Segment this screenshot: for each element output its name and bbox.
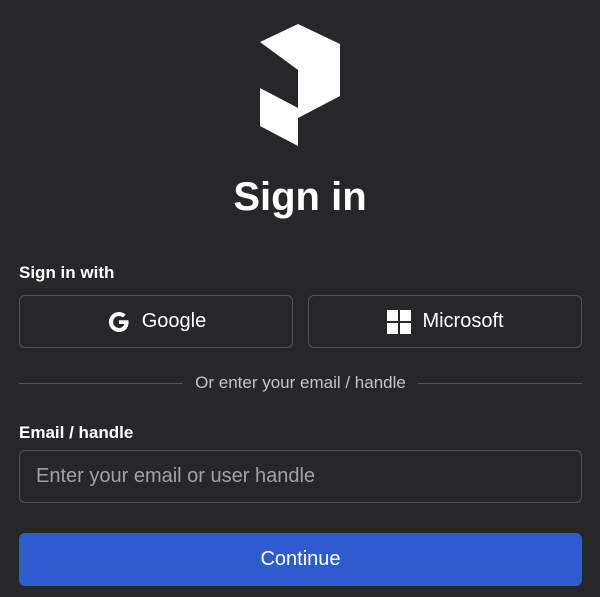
divider-line-left xyxy=(19,382,184,384)
google-sign-in-button[interactable]: Google xyxy=(19,295,293,348)
divider-text: Or enter your email / handle xyxy=(195,373,406,392)
microsoft-windows-icon xyxy=(386,309,412,335)
sign-in-page: Sign in Sign in with Google Microsoft Or… xyxy=(0,0,600,597)
page-title: Sign in xyxy=(233,175,367,219)
google-button-label: Google xyxy=(141,310,207,332)
continue-button[interactable]: Continue xyxy=(19,533,582,586)
sign-in-with-label: Sign in with xyxy=(19,263,115,282)
email-handle-input[interactable] xyxy=(19,450,582,503)
prefect-logo-icon xyxy=(260,24,340,146)
microsoft-button-label: Microsoft xyxy=(422,310,504,332)
email-field-label: Email / handle xyxy=(19,423,134,442)
microsoft-sign-in-button[interactable]: Microsoft xyxy=(308,295,582,348)
or-divider: Or enter your email / handle xyxy=(19,372,582,394)
google-g-icon xyxy=(106,309,132,335)
divider-line-right xyxy=(417,382,582,384)
